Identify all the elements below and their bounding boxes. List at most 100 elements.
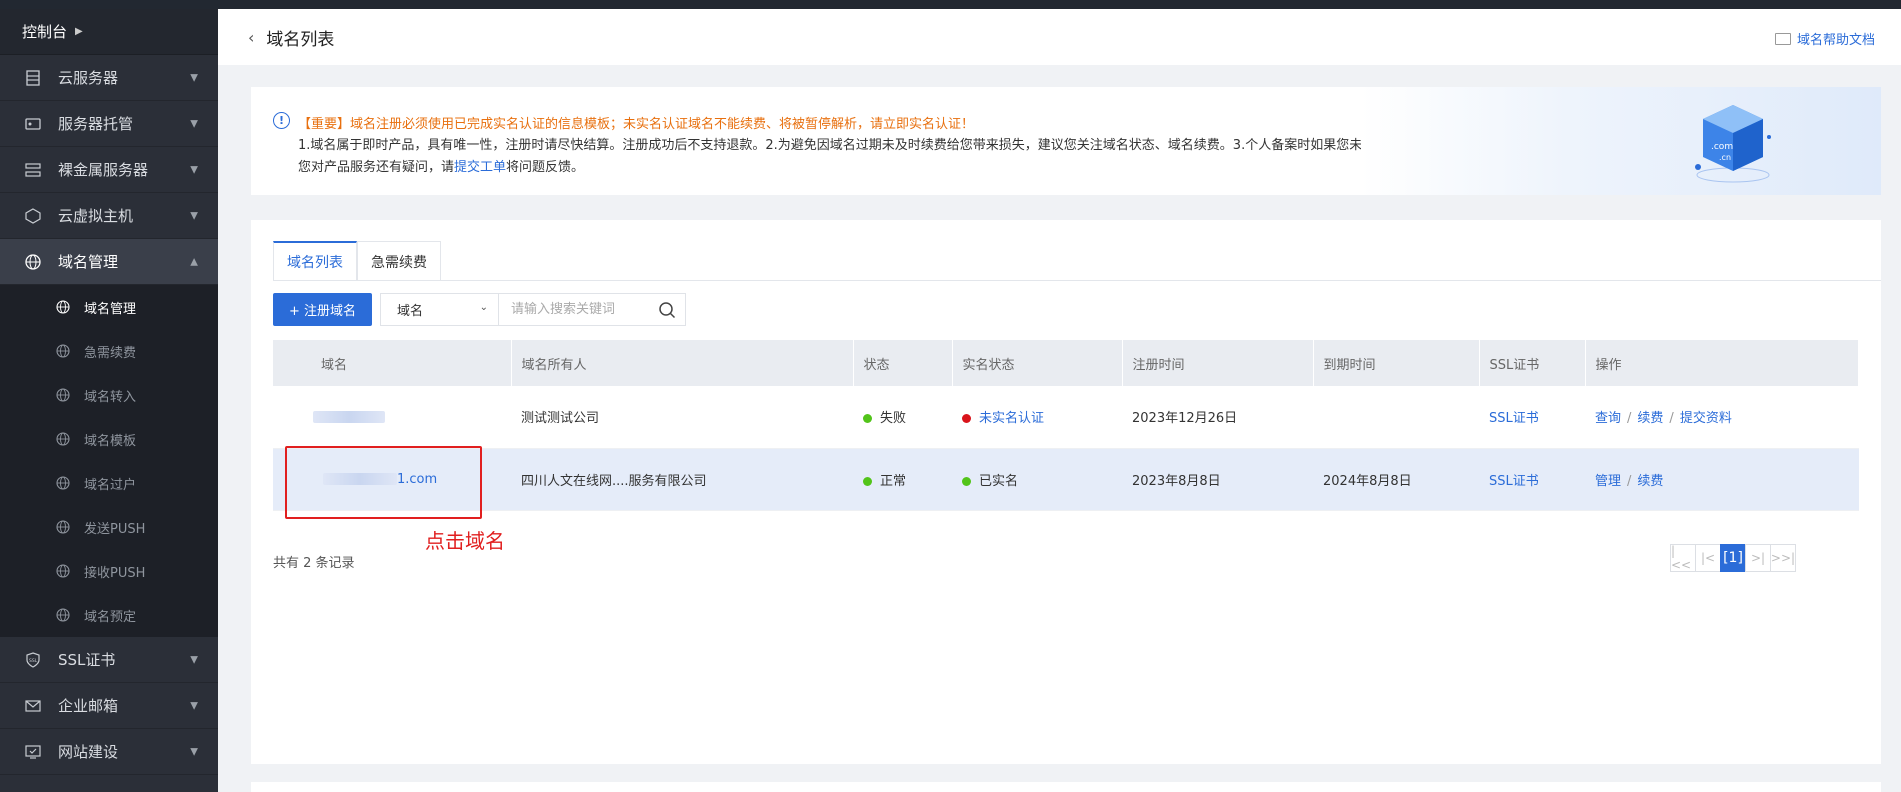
status-text: 正常 (880, 473, 907, 489)
page-title: 域名列表 (266, 29, 335, 50)
help-docs-label: 域名帮助文档 (1796, 33, 1875, 48)
subitem-domain-transfer-owner[interactable]: 域名过户 (0, 461, 218, 505)
subitem-domain-template[interactable]: 域名模板 (0, 417, 218, 461)
chevron-down-icon: ▼ (190, 700, 198, 711)
next-page-button[interactable]: >| (1745, 544, 1771, 572)
sidebar-item-website[interactable]: 网站建设 ▼ (0, 729, 218, 775)
subitem-urgent-renew[interactable]: 急需续费 (0, 329, 218, 373)
toolbar: + 注册域名 域名 ⌄ (273, 293, 687, 326)
actions-cell: 管理 / 续费 (1585, 448, 1859, 511)
sidebar-item-label: 裸金属服务器 (58, 161, 149, 179)
sidebar-item-label: 网站建设 (58, 743, 119, 761)
globe-icon (56, 608, 70, 622)
subitem-domain-manage[interactable]: 域名管理 (0, 285, 218, 329)
chevron-down-icon: ▼ (190, 72, 198, 83)
subitem-label: 域名管理 (84, 301, 137, 317)
status-cell: 正常 (853, 448, 952, 511)
ssl-icon: SSL (24, 651, 42, 669)
hosting-icon (24, 115, 42, 133)
register-domain-button[interactable]: + 注册域名 (273, 293, 373, 326)
search-button[interactable] (649, 294, 685, 325)
realname-cell: 已实名 (952, 448, 1122, 511)
domain-list-panel: 域名列表 急需续费 + 注册域名 域名 ⌄ 域名 域名所有人 状态 实名状态 注… (251, 220, 1881, 764)
sidebar-item-bare-metal[interactable]: 裸金属服务器 ▼ (0, 147, 218, 193)
status-dot (863, 414, 872, 424)
help-docs-link[interactable]: 域名帮助文档 (1774, 29, 1875, 48)
col-ssl: SSL证书 (1479, 340, 1586, 386)
chevron-up-icon: ▲ (190, 256, 198, 267)
subitem-label: 急需续费 (84, 345, 137, 361)
annotation-text: 点击域名 (425, 529, 505, 553)
exp-date-cell: 2024年8月8日 (1313, 448, 1479, 511)
domain-link[interactable] (313, 409, 385, 424)
current-page-button[interactable]: [1] (1720, 544, 1746, 572)
console-label: 控制台 (22, 23, 68, 41)
sidebar-item-label: SSL证书 (58, 651, 116, 669)
globe-icon (56, 564, 70, 578)
status-cell: 失败 (853, 386, 952, 449)
banner-decoration: .com .cn (1361, 87, 1881, 195)
search-input[interactable] (499, 294, 650, 325)
subitem-label: 域名预定 (84, 609, 137, 625)
status-dot (863, 476, 872, 486)
folder-icon (1774, 32, 1791, 45)
submit-info-link[interactable]: 提交资料 (1680, 411, 1732, 426)
globe-icon (56, 520, 70, 534)
sidebar-item-virtual-host[interactable]: 云虚拟主机 ▼ (0, 193, 218, 239)
status-text: 失败 (880, 411, 907, 427)
subitem-receive-push[interactable]: 接收PUSH (0, 549, 218, 593)
sidebar-item-domain[interactable]: 域名管理 ▲ (0, 239, 218, 285)
virtual-host-icon (24, 207, 42, 225)
tab-domain-list[interactable]: 域名列表 (273, 241, 357, 281)
sidebar-item-cloud-server[interactable]: 云服务器 ▼ (0, 55, 218, 101)
subitem-domain-reserve[interactable]: 域名预定 (0, 593, 218, 637)
sidebar-item-mail[interactable]: 企业邮箱 ▼ (0, 683, 218, 729)
chevron-down-icon: ▼ (190, 118, 198, 129)
sidebar-item-hosting[interactable]: 服务器托管 ▼ (0, 101, 218, 147)
subitem-label: 域名模板 (84, 433, 137, 449)
renew-link[interactable]: 续费 (1637, 474, 1663, 489)
first-page-button[interactable]: |<< (1670, 544, 1696, 572)
chevron-down-icon: ▼ (190, 654, 198, 665)
exp-date-cell (1313, 386, 1479, 449)
tab-urgent-renew[interactable]: 急需续费 (357, 241, 441, 281)
domain-table: 域名 域名所有人 状态 实名状态 注册时间 到期时间 SSL证书 操作 测试测试… (273, 340, 1859, 511)
notice-warning: 【重要】域名注册必须使用已完成实名认证的信息模板；未实名认证域名不能续费、将被暂… (298, 117, 975, 132)
ssl-link[interactable]: SSL证书 (1489, 411, 1539, 426)
back-arrow-icon[interactable]: ‹ (248, 28, 254, 47)
query-link[interactable]: 查询 (1595, 411, 1621, 426)
subitem-domain-transfer-in[interactable]: 域名转入 (0, 373, 218, 417)
last-page-button[interactable]: >>| (1770, 544, 1796, 572)
chevron-down-icon: ▼ (190, 746, 198, 757)
chevron-down-icon: ▼ (190, 210, 198, 221)
renew-link[interactable]: 续费 (1637, 411, 1663, 426)
domain-cell (273, 386, 511, 449)
sidebar-item-ssl[interactable]: SSL SSL证书 ▼ (0, 637, 218, 683)
mail-icon (24, 697, 42, 715)
search-field-select[interactable]: 域名 ⌄ (381, 294, 500, 325)
subitem-send-push[interactable]: 发送PUSH (0, 505, 218, 549)
submit-ticket-link[interactable]: 提交工单 (454, 160, 506, 175)
sidebar-item-label: 云服务器 (58, 69, 119, 87)
realname-link[interactable]: 未实名认证 (979, 411, 1044, 426)
realname-cell: 未实名认证 (952, 386, 1122, 449)
globe-icon (56, 300, 70, 314)
sidebar-item-label: 域名管理 (58, 253, 119, 271)
server-icon (24, 69, 42, 87)
svg-text:.cn: .cn (1719, 153, 1731, 162)
prev-page-button[interactable]: |< (1695, 544, 1721, 572)
owner-cell: 测试测试公司 (511, 386, 853, 449)
pagination: |<< |< [1] >| >>| (1670, 544, 1796, 572)
svg-text:.com: .com (1711, 142, 1733, 152)
table-row: 1.com 四川人文在线网....服务有限公司 正常 已实名 2023年8月8日… (273, 448, 1859, 511)
col-status: 状态 (853, 340, 953, 386)
console-link[interactable]: 控制台 ▶ (0, 9, 218, 55)
reg-date-cell: 2023年12月26日 (1122, 386, 1313, 449)
separator: / (1669, 411, 1674, 427)
domain-icon (24, 253, 42, 271)
svg-text:SSL: SSL (29, 658, 38, 664)
page-header: ‹ 域名列表 域名帮助文档 (218, 9, 1901, 65)
ssl-link[interactable]: SSL证书 (1489, 474, 1539, 489)
manage-link[interactable]: 管理 (1595, 474, 1621, 489)
search-group: 域名 ⌄ (380, 293, 687, 326)
